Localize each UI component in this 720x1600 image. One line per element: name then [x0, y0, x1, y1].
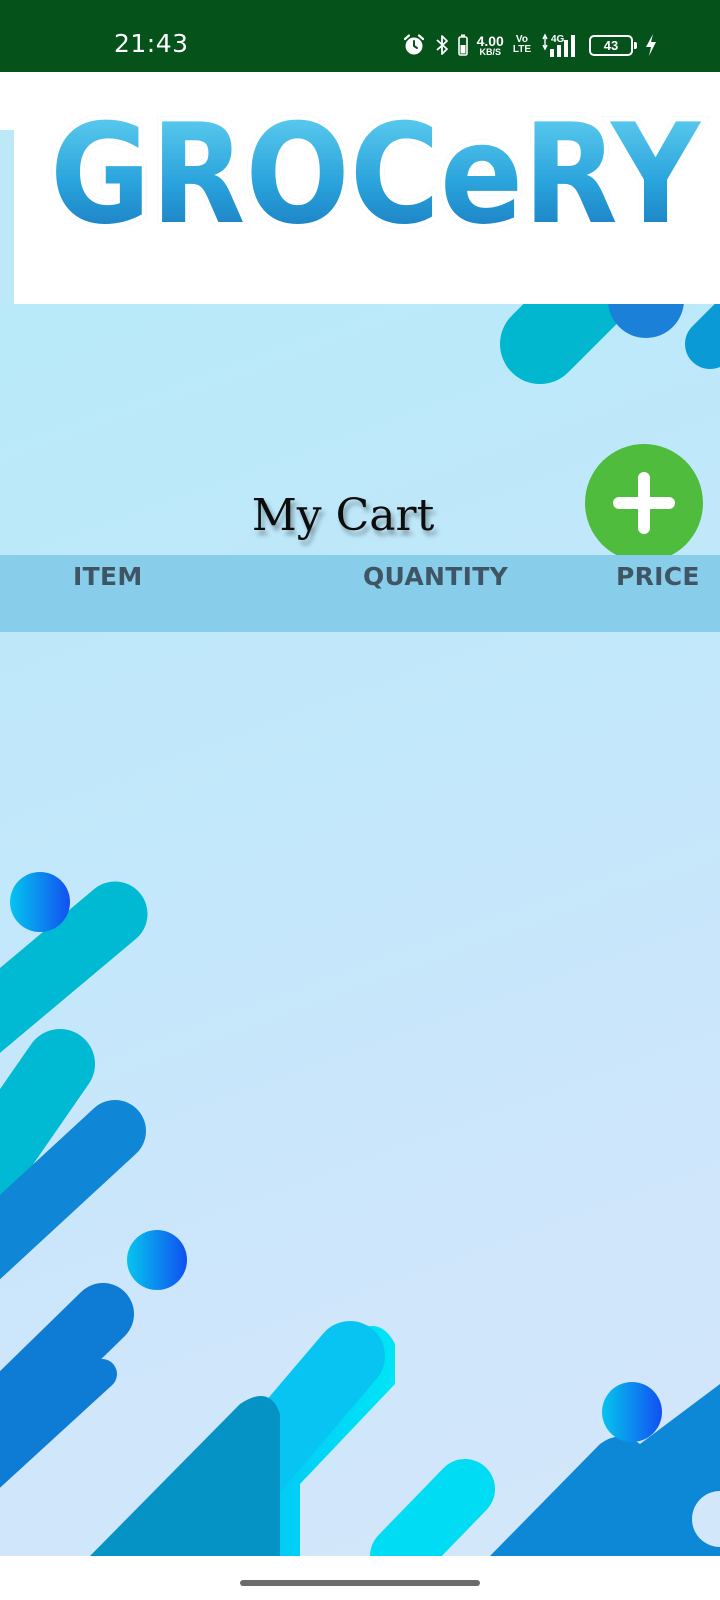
plus-icon: [613, 472, 675, 534]
add-item-button[interactable]: [585, 444, 703, 562]
net-speed-value: 4.00: [476, 32, 504, 49]
column-header-quantity: QUANTITY: [363, 562, 508, 591]
app-header: GROCeRY: [0, 72, 720, 304]
volte-indicator: Vo LTE: [513, 35, 531, 55]
battery-saver-icon: [457, 34, 468, 56]
battery-icon: 43: [589, 34, 637, 56]
network-type: 4G: [551, 34, 565, 45]
grocery-logo: GROCeRY: [45, 92, 707, 242]
column-header-item: ITEM: [73, 562, 143, 591]
system-nav-bar: [0, 1556, 720, 1600]
signal-icon: 4G: [540, 32, 580, 58]
column-header-price: PRICE: [616, 562, 700, 591]
network-speed: 4.00 KB/S: [477, 34, 504, 57]
page-title-text: My Cart: [251, 490, 435, 541]
charging-icon: [644, 33, 658, 57]
header-accent-strip: [0, 130, 14, 304]
battery-level: 43: [603, 37, 619, 53]
home-gesture-handle[interactable]: [240, 1580, 480, 1586]
status-bar: 21:43 4.00 KB/S Vo LTE 4G 43: [0, 0, 720, 72]
cart-table-header: ITEM QUANTITY PRICE: [0, 555, 720, 632]
logo-text: GROCeRY: [50, 94, 702, 242]
status-icons: 4.00 KB/S Vo LTE 4G 43: [402, 30, 658, 60]
net-speed-unit: KB/S: [479, 46, 501, 57]
alarm-icon: [402, 33, 426, 57]
bluetooth-icon: [435, 33, 449, 57]
volte-bottom: LTE: [512, 44, 531, 55]
status-time: 21:43: [114, 29, 189, 58]
